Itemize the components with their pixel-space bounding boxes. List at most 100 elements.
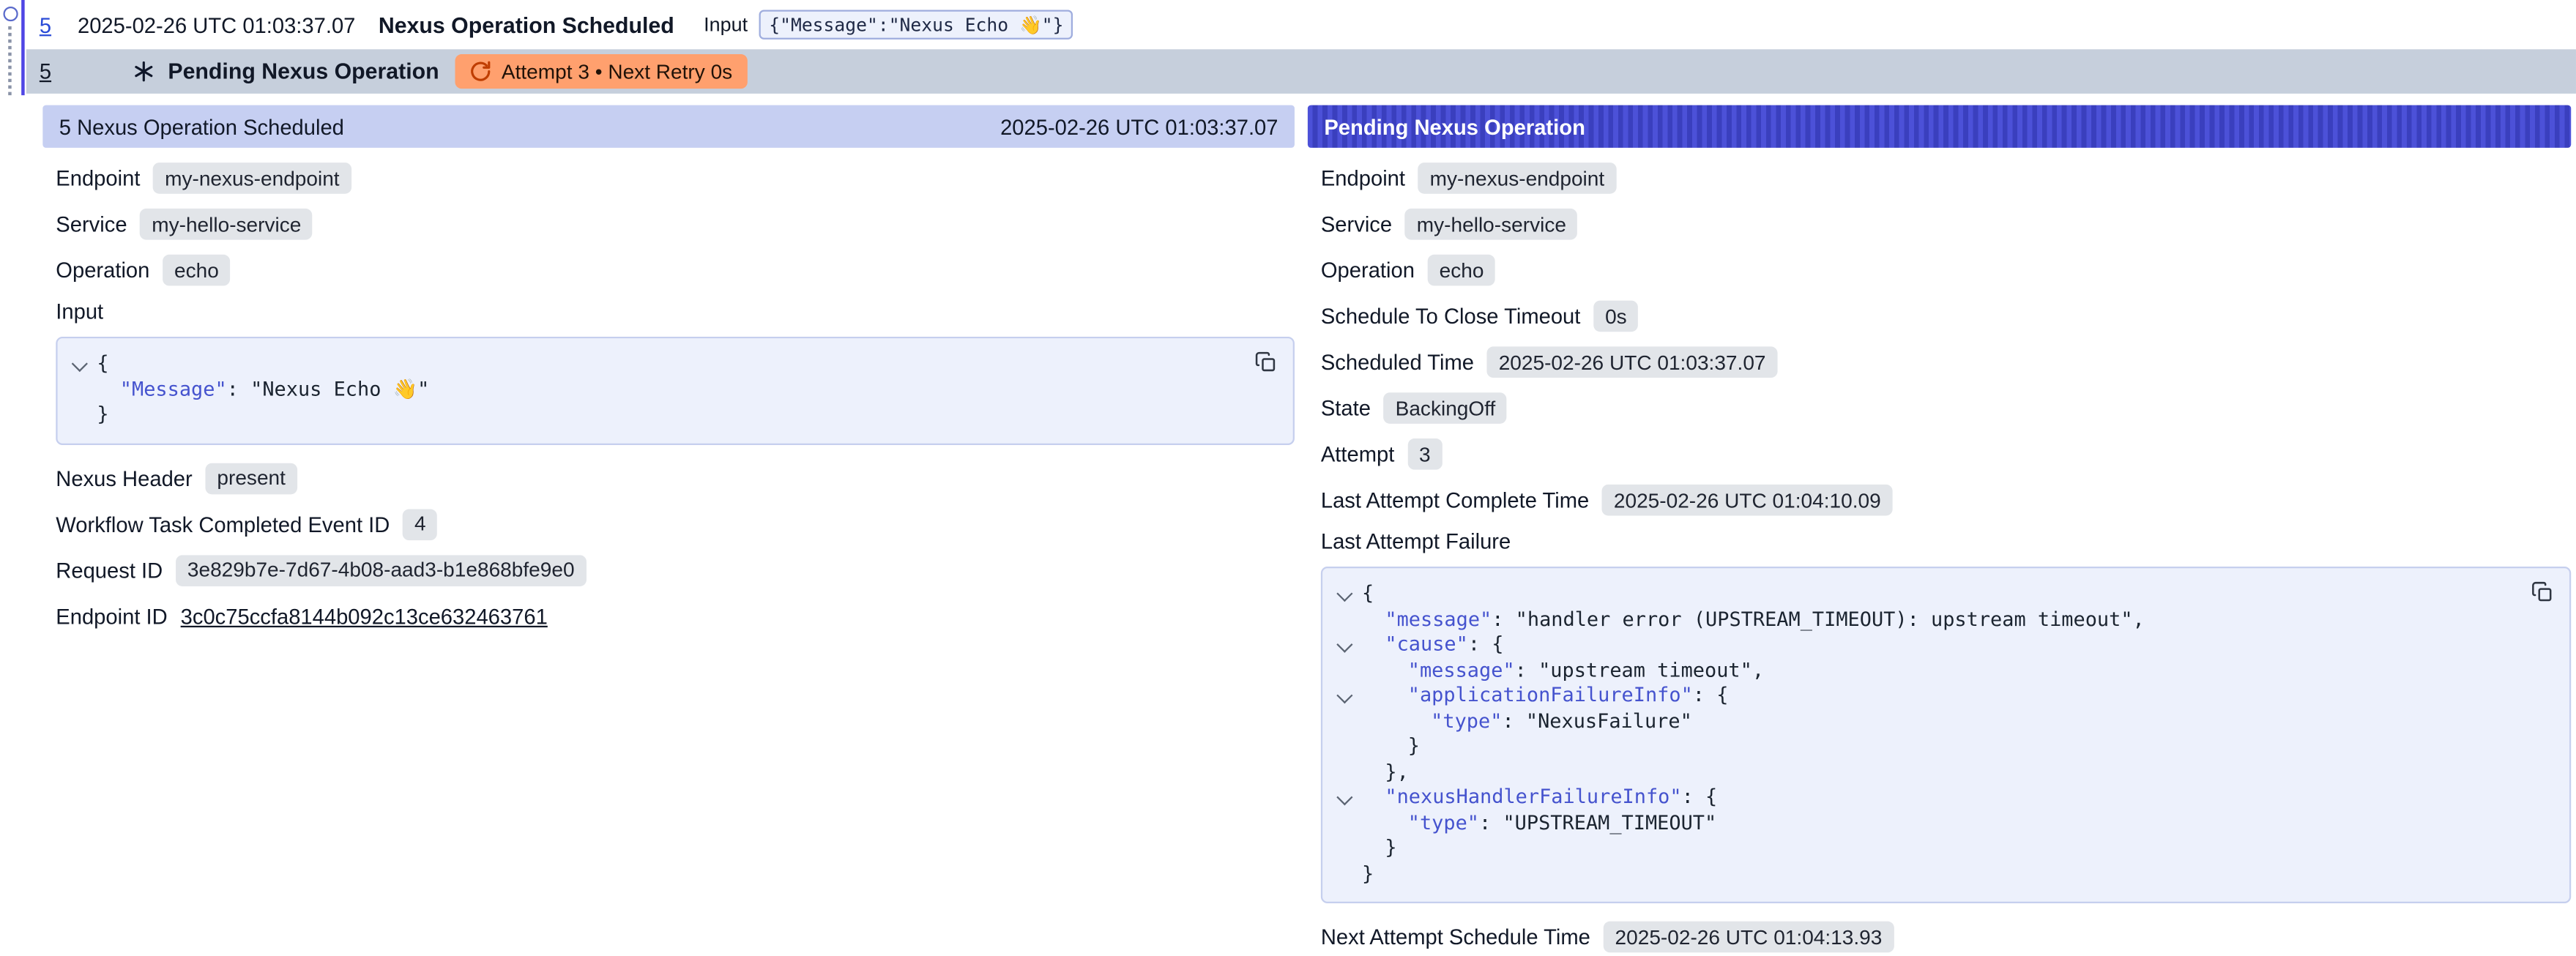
- field-value-chip: 2025-02-26 UTC 01:04:10.09: [1602, 485, 1892, 516]
- field-label: Workflow Task Completed Event ID: [56, 512, 390, 537]
- field-row-operation: Operation echo: [56, 253, 1295, 288]
- field-label: Last Attempt Complete Time: [1321, 488, 1589, 512]
- field-value-chip: 3e829b7e-7d67-4b08-aad3-b1e868bfe9e0: [176, 554, 586, 586]
- field-row-last-attempt-complete-time: Last Attempt Complete Time 2025-02-26 UTC…: [1321, 483, 2571, 518]
- field-label: Service: [1321, 212, 1392, 236]
- scheduled-event-panel: 5 Nexus Operation Scheduled 2025-02-26 U…: [42, 105, 1295, 645]
- event-detail-panels: 5 Nexus Operation Scheduled 2025-02-26 U…: [42, 105, 2571, 956]
- field-row-endpoint: Endpointmy-nexus-endpoint: [1321, 161, 2571, 195]
- scheduled-panel-body: Endpointmy-nexus-endpoint Servicemy-hello…: [42, 148, 1295, 633]
- pending-fields-bottom: Next Attempt Schedule Time2025-02-26 UTC…: [1321, 919, 2571, 954]
- code-line: "cause": {: [1329, 632, 2504, 658]
- field-value-link[interactable]: 3c0c75ccfa8144b092c13ce632463761: [181, 604, 548, 629]
- field-value-chip: echo: [163, 255, 230, 286]
- code-line: }: [64, 403, 1227, 428]
- input-section-label: Input: [56, 299, 1295, 324]
- field-value-chip: my-nexus-endpoint: [1418, 163, 1616, 194]
- field-row-schedule-to-close-timeout: Schedule To Close Timeout0s: [1321, 299, 2571, 333]
- failure-json-code: {"message": "handler error (UPSTREAM_TIM…: [1329, 581, 2504, 886]
- code-line: "nexusHandlerFailureInfo": {: [1329, 785, 2504, 810]
- code-line-content: }: [1362, 734, 1420, 760]
- event-id-link[interactable]: 5: [40, 12, 51, 37]
- field-value-chip: my-nexus-endpoint: [153, 163, 351, 194]
- field-label: Operation: [1321, 258, 1415, 283]
- retry-icon: [470, 61, 491, 82]
- copy-icon: [1254, 350, 1278, 375]
- code-gutter: [1329, 734, 1362, 760]
- code-gutter: [1329, 862, 1362, 887]
- pending-panel-header: Pending Nexus Operation: [1308, 105, 2571, 148]
- field-label: Attempt: [1321, 442, 1395, 467]
- input-json-code: {"Message": "Nexus Echo 👋"}: [64, 351, 1227, 427]
- field-value-chip: 3: [1407, 438, 1442, 470]
- field-value-chip: BackingOff: [1384, 392, 1507, 424]
- field-value-chip: 0s: [1593, 301, 1638, 332]
- code-line-content: }: [1362, 862, 1374, 887]
- code-line: }: [1329, 836, 2504, 862]
- failure-section-label: Last Attempt Failure: [1321, 529, 2571, 553]
- pending-panel-title: Pending Nexus Operation: [1324, 114, 1585, 139]
- code-line: "type": "UPSTREAM_TIMEOUT": [1329, 810, 2504, 836]
- field-label: Nexus Header: [56, 466, 192, 490]
- code-line-content: "type": "NexusFailure": [1362, 709, 1692, 734]
- field-row-endpoint: Endpointmy-nexus-endpoint: [56, 161, 1295, 195]
- event-rows: 5 2025-02-26 UTC 01:03:37.07 Nexus Opera…: [26, 0, 2576, 94]
- field-row-operation: Operation echo: [1321, 253, 2571, 288]
- collapse-chevron-icon[interactable]: [1329, 683, 1362, 709]
- field-row-service: Servicemy-hello-service: [56, 207, 1295, 242]
- scheduled-fields-bottom: Nexus Header present Workflow Task Complet…: [56, 460, 1295, 633]
- collapse-chevron-icon[interactable]: [64, 351, 97, 377]
- field-value-chip: present: [206, 463, 297, 494]
- copy-button[interactable]: [2527, 577, 2558, 608]
- code-line: }: [1329, 734, 2504, 760]
- pending-fields-top: Endpointmy-nexus-endpoint Servicemy-hello…: [1321, 161, 2571, 518]
- field-label: Operation: [56, 258, 149, 283]
- pending-operation-panel: Pending Nexus Operation Endpointmy-nexus…: [1308, 105, 2571, 956]
- selected-event-indicator: [21, 0, 25, 95]
- event-title: Nexus Operation Scheduled: [379, 12, 674, 37]
- field-row-service: Servicemy-hello-service: [1321, 207, 2571, 242]
- field-row-request-id: Request ID3e829b7e-7d67-4b08-aad3-b1e868…: [56, 553, 1295, 587]
- event-input-preview: {"Message":"Nexus Echo 👋"}: [759, 10, 1073, 39]
- pending-event-id-link[interactable]: 5: [40, 59, 51, 84]
- code-line: "type": "NexusFailure": [1329, 709, 2504, 734]
- field-label: Endpoint ID: [56, 604, 167, 629]
- collapse-chevron-icon[interactable]: [1329, 632, 1362, 658]
- copy-button[interactable]: [1250, 346, 1281, 378]
- code-line: "message": "handler error (UPSTREAM_TIME…: [1329, 607, 2504, 632]
- screenshot-viewport: 5 2025-02-26 UTC 01:03:37.07 Nexus Opera…: [0, 0, 2576, 956]
- field-value-chip: my-hello-service: [141, 209, 313, 240]
- code-line: },: [1329, 760, 2504, 785]
- field-row-workflow-task-completed-event-id: Workflow Task Completed Event ID4: [56, 507, 1295, 541]
- code-line-content: "type": "UPSTREAM_TIMEOUT": [1362, 810, 1716, 836]
- pending-asterisk-icon: [133, 61, 155, 82]
- field-row-next-attempt-schedule-time: Next Attempt Schedule Time2025-02-26 UTC…: [1321, 919, 2571, 954]
- event-timestamp: 2025-02-26 UTC 01:03:37.07: [78, 12, 355, 37]
- pending-title: Pending Nexus Operation: [168, 59, 439, 84]
- scheduled-fields-top: Endpointmy-nexus-endpoint Servicemy-hello…: [56, 161, 1295, 288]
- code-line-content: "Message": "Nexus Echo 👋": [97, 377, 429, 403]
- field-value-chip: echo: [1428, 255, 1495, 286]
- field-row-state: State BackingOff: [1321, 391, 2571, 425]
- field-value-chip: 2025-02-26 UTC 01:03:37.07: [1487, 346, 1777, 378]
- code-line: "message": "upstream timeout",: [1329, 658, 2504, 684]
- code-line-content: {: [97, 351, 108, 377]
- code-gutter: [1329, 709, 1362, 734]
- code-line: }: [1329, 862, 2504, 887]
- field-row-scheduled-time: Scheduled Time2025-02-26 UTC 01:03:37.07: [1321, 345, 2571, 379]
- code-line: "Message": "Nexus Echo 👋": [64, 377, 1227, 403]
- field-row-nexus-header: Nexus Header present: [56, 460, 1295, 495]
- copy-icon: [2530, 580, 2555, 605]
- event-row-pending[interactable]: 5 Pending Nexus Operation: [26, 49, 2576, 94]
- code-gutter: [1329, 658, 1362, 684]
- retry-badge-label: Attempt 3 • Next Retry 0s: [502, 60, 732, 83]
- collapse-chevron-icon[interactable]: [1329, 785, 1362, 810]
- event-row-scheduled[interactable]: 5 2025-02-26 UTC 01:03:37.07 Nexus Opera…: [26, 0, 2576, 49]
- timeline-gutter: [0, 0, 26, 95]
- input-json-viewer: {"Message": "Nexus Echo 👋"}: [56, 337, 1295, 444]
- field-label: State: [1321, 396, 1371, 421]
- collapse-chevron-icon[interactable]: [1329, 581, 1362, 607]
- code-line-content: "message": "handler error (UPSTREAM_TIME…: [1362, 607, 2145, 632]
- retry-badge: Attempt 3 • Next Retry 0s: [455, 54, 747, 89]
- code-gutter: [64, 403, 97, 428]
